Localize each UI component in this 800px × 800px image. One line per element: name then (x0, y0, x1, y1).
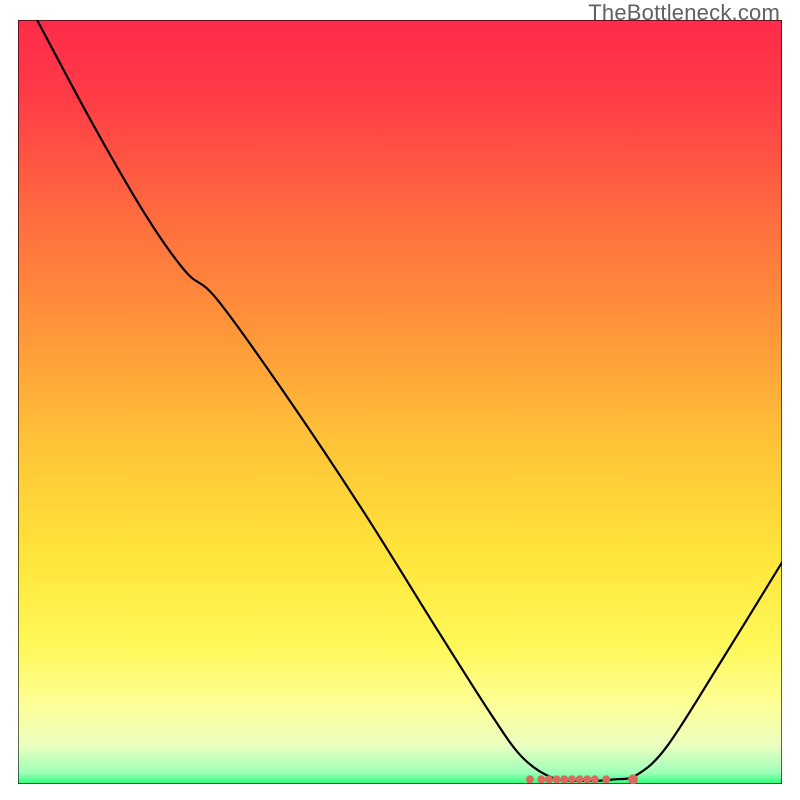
chart-frame (18, 20, 782, 784)
marker-dot (537, 775, 545, 783)
bottleneck-chart (18, 20, 782, 784)
marker-dot (526, 775, 534, 783)
marker-dot (583, 775, 591, 783)
chart-background (18, 20, 782, 784)
marker-dot (628, 774, 638, 784)
marker-dot (560, 775, 568, 783)
marker-dot (576, 775, 584, 783)
marker-dot (591, 775, 599, 783)
marker-dot (545, 775, 553, 783)
marker-dot (553, 775, 561, 783)
marker-dot (568, 775, 576, 783)
marker-dot (602, 775, 610, 783)
